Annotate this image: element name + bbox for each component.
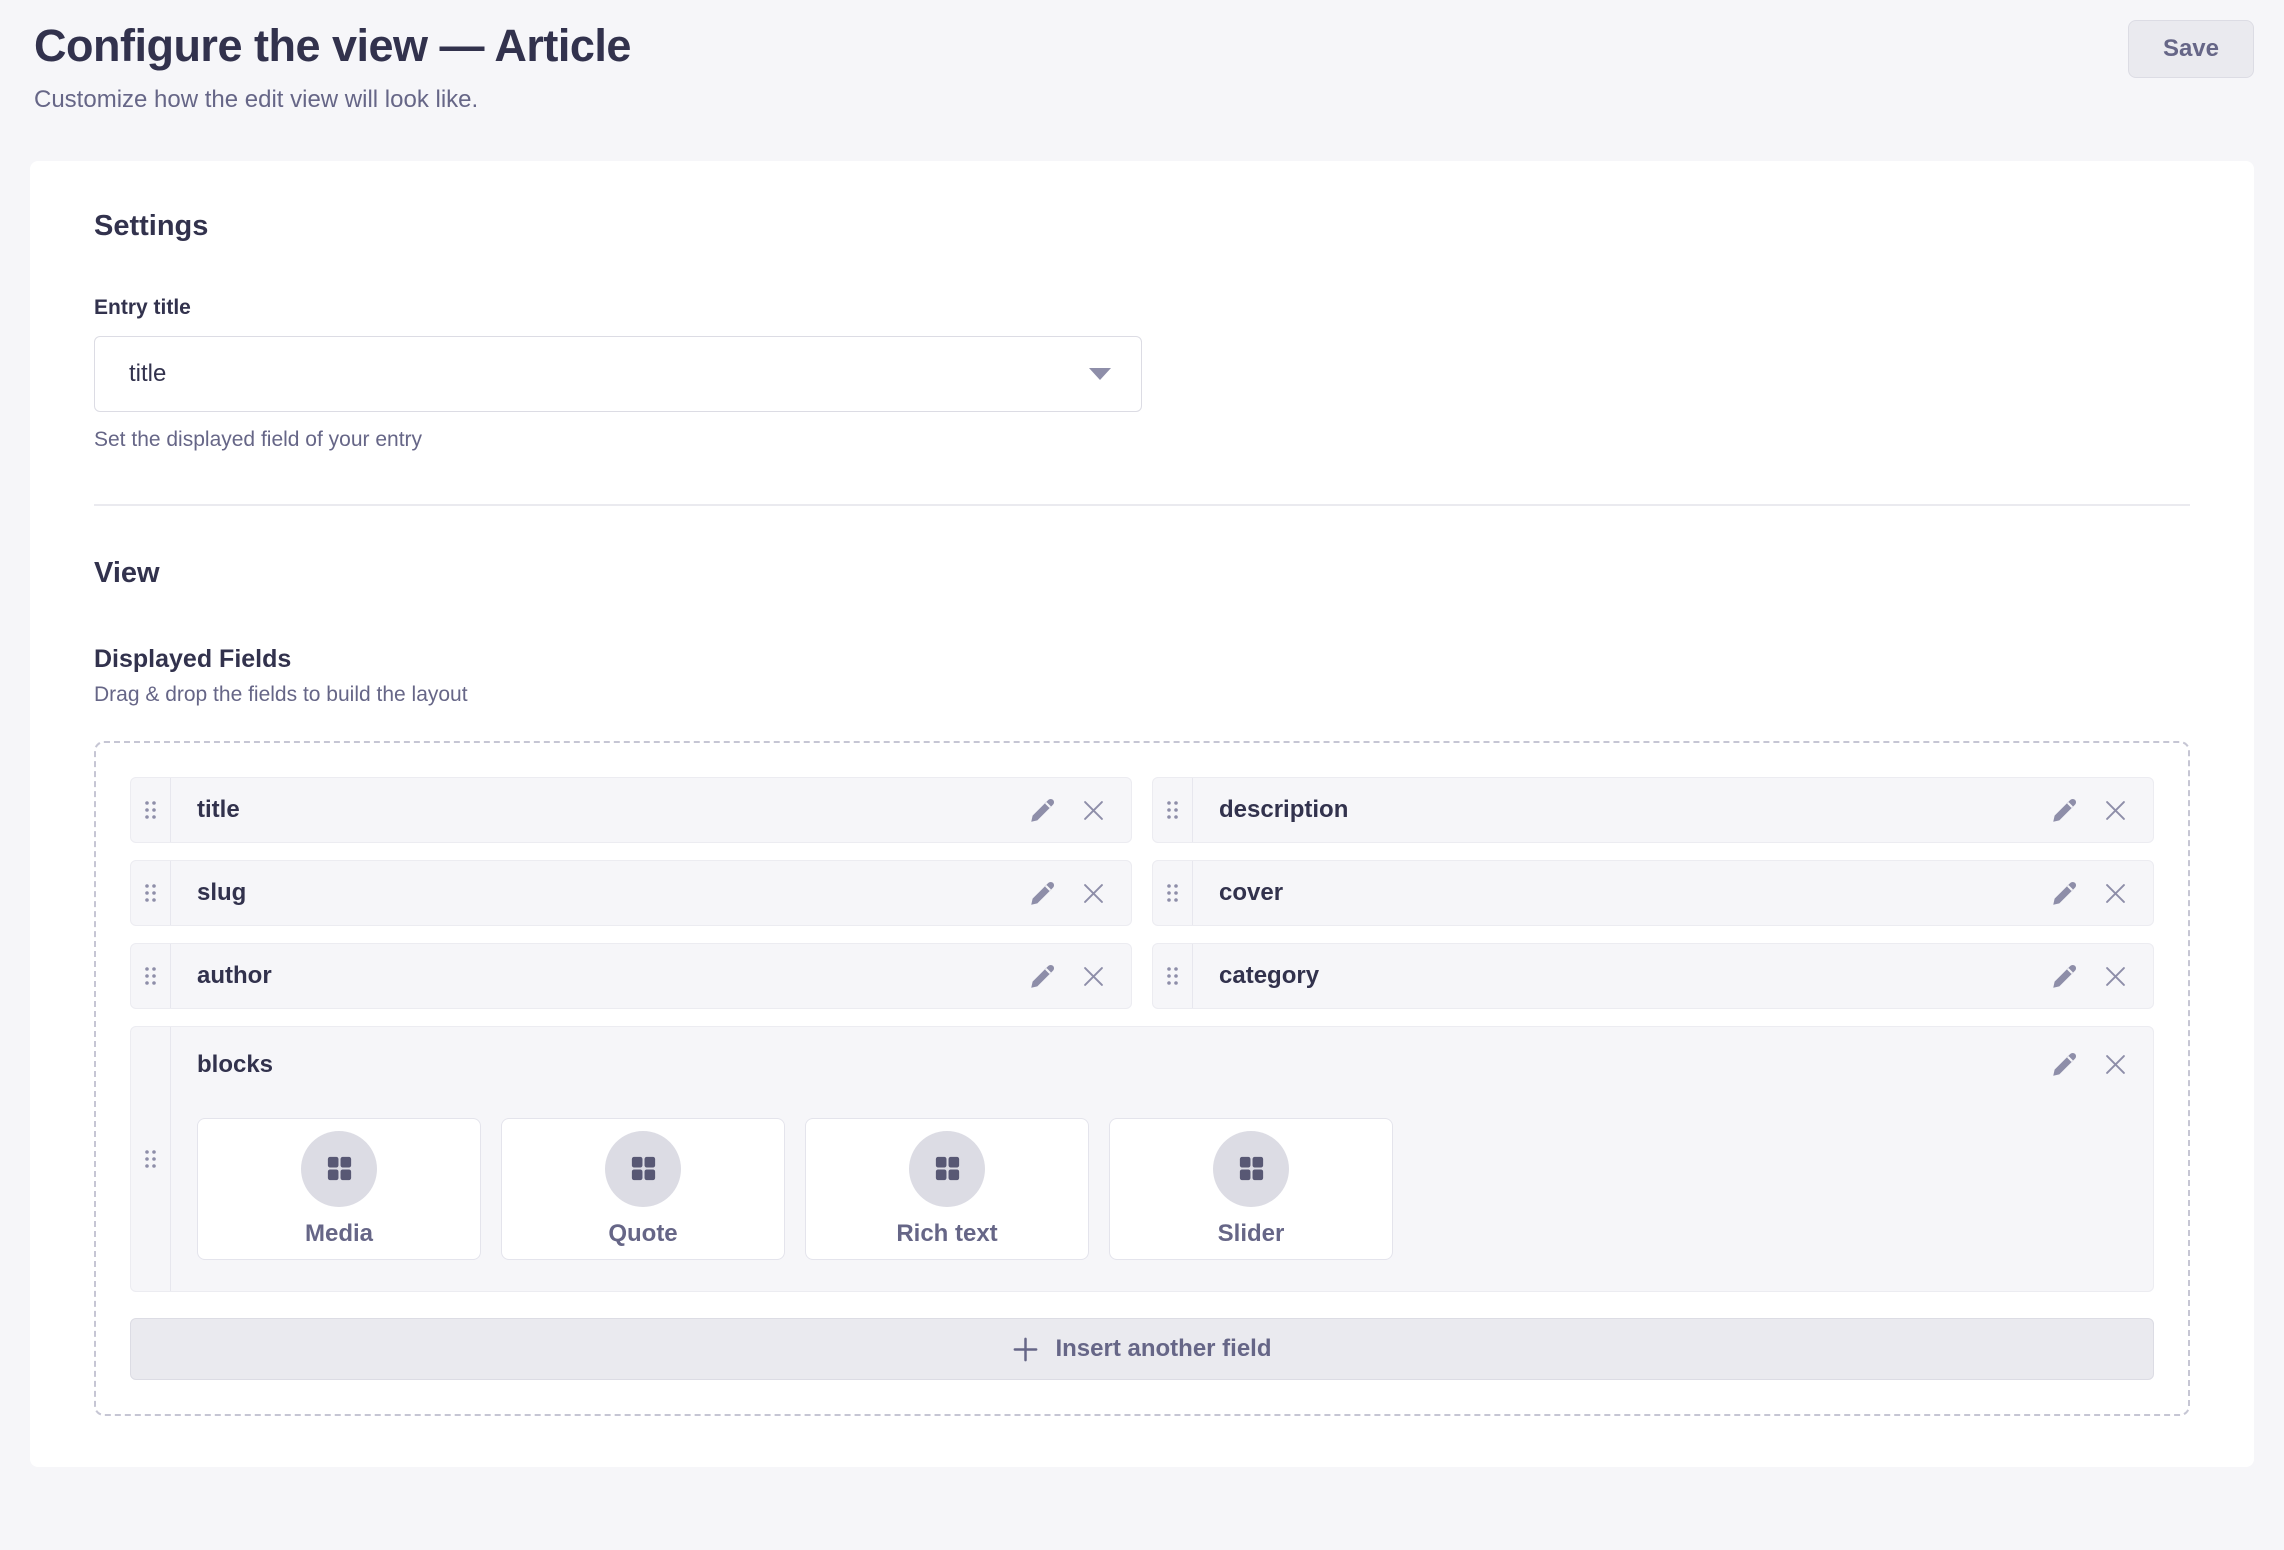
close-icon [2102,797,2129,824]
pencil-icon [1029,797,1056,824]
drag-handle-icon[interactable] [1153,944,1193,1008]
field-actions [1025,778,1131,842]
field-row-blocks[interactable]: blocks Media [130,1026,2154,1292]
field-name-label: title [171,778,1025,842]
grid-icon [932,1153,963,1184]
grid-icon [628,1153,659,1184]
component-icon-circle [1213,1131,1289,1207]
edit-field-button[interactable] [1025,876,1060,911]
plus-icon [1012,1336,1039,1363]
displayed-fields-label: Displayed Fields [94,645,2190,674]
drag-handle-icon[interactable] [1153,778,1193,842]
drag-handle-icon[interactable] [131,861,171,925]
drag-handle-icon[interactable] [131,1027,171,1291]
field-row-cover[interactable]: cover [1152,860,2154,926]
drag-handle-icon[interactable] [131,778,171,842]
remove-field-button[interactable] [2098,959,2133,994]
pencil-icon [1029,880,1056,907]
field-row-description[interactable]: description [1152,777,2154,843]
component-label: Rich text [896,1220,997,1248]
remove-field-button[interactable] [1076,793,1111,828]
settings-heading: Settings [94,209,2190,244]
edit-field-button[interactable] [2047,876,2082,911]
component-card-media[interactable]: Media [197,1118,481,1260]
field-row-category[interactable]: category [1152,943,2154,1009]
field-row-author[interactable]: author [130,943,1132,1009]
remove-field-button[interactable] [1076,876,1111,911]
edit-field-button[interactable] [1025,793,1060,828]
field-actions [1025,944,1131,1008]
field-name-label: blocks [197,1051,1122,1079]
blocks-header: blocks [197,1047,2133,1082]
pencil-icon [2051,797,2078,824]
edit-field-button[interactable] [2047,793,2082,828]
chevron-down-icon [1089,368,1111,380]
components-row: Media Quote Rich text [197,1118,2133,1260]
blocks-content: blocks Media [171,1027,2153,1291]
field-actions [2047,778,2153,842]
close-icon [1080,963,1107,990]
edit-field-button[interactable] [1025,959,1060,994]
field-name-label: slug [171,861,1025,925]
field-row-slug[interactable]: slug [130,860,1132,926]
fields-dropzone: title description [94,741,2190,1416]
configure-view-page: Configure the view — Article Customize h… [0,0,2284,1550]
close-icon [1080,797,1107,824]
field-name-label: description [1193,778,2047,842]
pencil-icon [1029,963,1056,990]
component-icon-circle [605,1131,681,1207]
component-card-slider[interactable]: Slider [1109,1118,1393,1260]
field-actions [1025,861,1131,925]
field-row-title[interactable]: title [130,777,1132,843]
page-subtitle: Customize how the edit view will look li… [34,84,631,115]
field-actions [2047,944,2153,1008]
fields-grid: title description [130,777,2154,1292]
component-icon-circle [301,1131,377,1207]
component-card-rich-text[interactable]: Rich text [805,1118,1089,1260]
entry-title-label: Entry title [94,296,2190,320]
drag-handle-icon[interactable] [131,944,171,1008]
field-name-label: cover [1193,861,2047,925]
remove-field-button[interactable] [2098,876,2133,911]
close-icon [2102,1051,2129,1078]
section-divider [94,504,2190,506]
close-icon [2102,880,2129,907]
component-label: Quote [608,1220,677,1248]
component-label: Slider [1218,1220,1285,1248]
pencil-icon [2051,1051,2078,1078]
grid-icon [324,1153,355,1184]
settings-card: Settings Entry title title Set the displ… [30,161,2254,1467]
view-heading: View [94,556,2190,591]
page-title: Configure the view — Article [34,18,631,74]
drag-handle-icon[interactable] [1153,861,1193,925]
entry-title-select[interactable]: title [94,336,1142,412]
edit-field-button[interactable] [2047,959,2082,994]
remove-field-button[interactable] [1076,959,1111,994]
component-card-quote[interactable]: Quote [501,1118,785,1260]
edit-field-button[interactable] [2047,1047,2082,1082]
page-header: Configure the view — Article Customize h… [0,0,2284,115]
field-name-label: category [1193,944,2047,1008]
field-name-label: author [171,944,1025,1008]
component-label: Media [305,1220,373,1248]
remove-field-button[interactable] [2098,793,2133,828]
entry-title-selected-value: title [129,360,1089,388]
field-actions [2047,1047,2133,1082]
component-icon-circle [909,1131,985,1207]
entry-title-hint: Set the displayed field of your entry [94,428,2190,452]
displayed-fields-hint: Drag & drop the fields to build the layo… [94,683,2190,707]
insert-field-button[interactable]: Insert another field [130,1318,2154,1380]
save-button[interactable]: Save [2128,20,2254,78]
remove-field-button[interactable] [2098,1047,2133,1082]
pencil-icon [2051,880,2078,907]
close-icon [1080,880,1107,907]
field-actions [2047,861,2153,925]
pencil-icon [2051,963,2078,990]
insert-field-label: Insert another field [1055,1335,1271,1363]
header-titles: Configure the view — Article Customize h… [34,18,631,115]
close-icon [2102,963,2129,990]
grid-icon [1236,1153,1267,1184]
